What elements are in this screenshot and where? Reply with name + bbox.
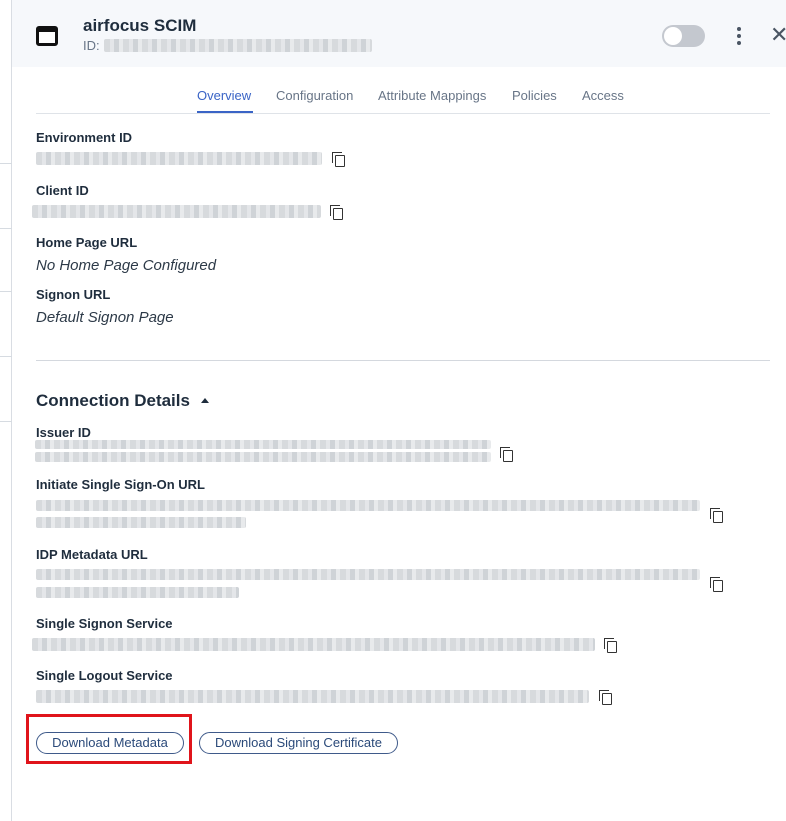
client-id-label: Client ID bbox=[36, 183, 89, 198]
app-window-icon bbox=[36, 26, 58, 46]
close-icon[interactable]: ✕ bbox=[770, 24, 786, 46]
tab-configuration[interactable]: Configuration bbox=[276, 88, 353, 103]
annotation-highlight-box bbox=[26, 714, 192, 764]
initiate-sso-url-value-redacted bbox=[36, 500, 700, 511]
single-signon-service-label: Single Signon Service bbox=[36, 616, 173, 631]
copy-issuer-id-icon[interactable] bbox=[500, 447, 514, 462]
background-divider bbox=[0, 291, 12, 292]
connection-details-heading[interactable]: Connection Details bbox=[36, 391, 190, 411]
signon-url-value: Default Signon Page bbox=[36, 309, 174, 326]
more-options-icon[interactable] bbox=[732, 25, 746, 47]
client-id-value-redacted bbox=[32, 205, 321, 218]
single-logout-service-value-redacted bbox=[36, 690, 589, 703]
idp-metadata-url-value-redacted bbox=[36, 569, 700, 580]
single-logout-service-label: Single Logout Service bbox=[36, 668, 173, 683]
idp-metadata-url-label: IDP Metadata URL bbox=[36, 547, 148, 562]
copy-single-logout-service-icon[interactable] bbox=[599, 690, 613, 705]
copy-single-signon-service-icon[interactable] bbox=[604, 638, 618, 653]
tab-bar: Overview Configuration Attribute Mapping… bbox=[36, 80, 770, 114]
copy-environment-id-icon[interactable] bbox=[332, 152, 346, 167]
copy-idp-metadata-url-icon[interactable] bbox=[710, 577, 724, 592]
tab-policies[interactable]: Policies bbox=[512, 88, 557, 103]
copy-initiate-sso-url-icon[interactable] bbox=[710, 508, 724, 523]
collapse-caret-icon[interactable] bbox=[201, 398, 209, 403]
issuer-id-label: Issuer ID bbox=[36, 425, 91, 440]
issuer-id-value-redacted bbox=[35, 440, 491, 449]
background-divider bbox=[0, 421, 12, 422]
home-page-url-value: No Home Page Configured bbox=[36, 257, 217, 274]
app-title: airfocus SCIM bbox=[83, 16, 197, 35]
initiate-sso-url-value-redacted bbox=[36, 517, 246, 528]
section-divider bbox=[36, 360, 770, 361]
tab-attribute-mappings[interactable]: Attribute Mappings bbox=[378, 88, 486, 103]
background-divider bbox=[0, 356, 12, 357]
tab-overview[interactable]: Overview bbox=[197, 88, 251, 103]
toggle-knob bbox=[664, 27, 682, 45]
single-signon-service-value-redacted bbox=[32, 638, 595, 651]
initiate-sso-url-label: Initiate Single Sign-On URL bbox=[36, 477, 205, 492]
active-tab-indicator bbox=[197, 111, 253, 113]
home-page-url-label: Home Page URL bbox=[36, 235, 138, 250]
idp-metadata-url-value-redacted bbox=[36, 587, 239, 598]
copy-client-id-icon[interactable] bbox=[330, 205, 344, 220]
background-divider bbox=[0, 228, 12, 229]
panel-header: airfocus SCIM ID: ✕ bbox=[12, 0, 786, 67]
enable-toggle[interactable] bbox=[662, 25, 705, 47]
environment-id-value-redacted bbox=[36, 152, 322, 165]
issuer-id-value-redacted bbox=[35, 452, 491, 462]
application-details-panel: airfocus SCIM ID: ✕ Overview Configurati… bbox=[12, 0, 786, 821]
environment-id-label: Environment ID bbox=[36, 130, 133, 145]
download-signing-certificate-button[interactable]: Download Signing Certificate bbox=[199, 732, 398, 754]
app-id-label: ID: bbox=[83, 38, 100, 53]
background-page-edge bbox=[0, 0, 12, 821]
tab-access[interactable]: Access bbox=[582, 88, 624, 103]
background-divider bbox=[0, 163, 12, 164]
app-id-redacted bbox=[104, 39, 372, 52]
signon-url-label: Signon URL bbox=[36, 287, 111, 302]
